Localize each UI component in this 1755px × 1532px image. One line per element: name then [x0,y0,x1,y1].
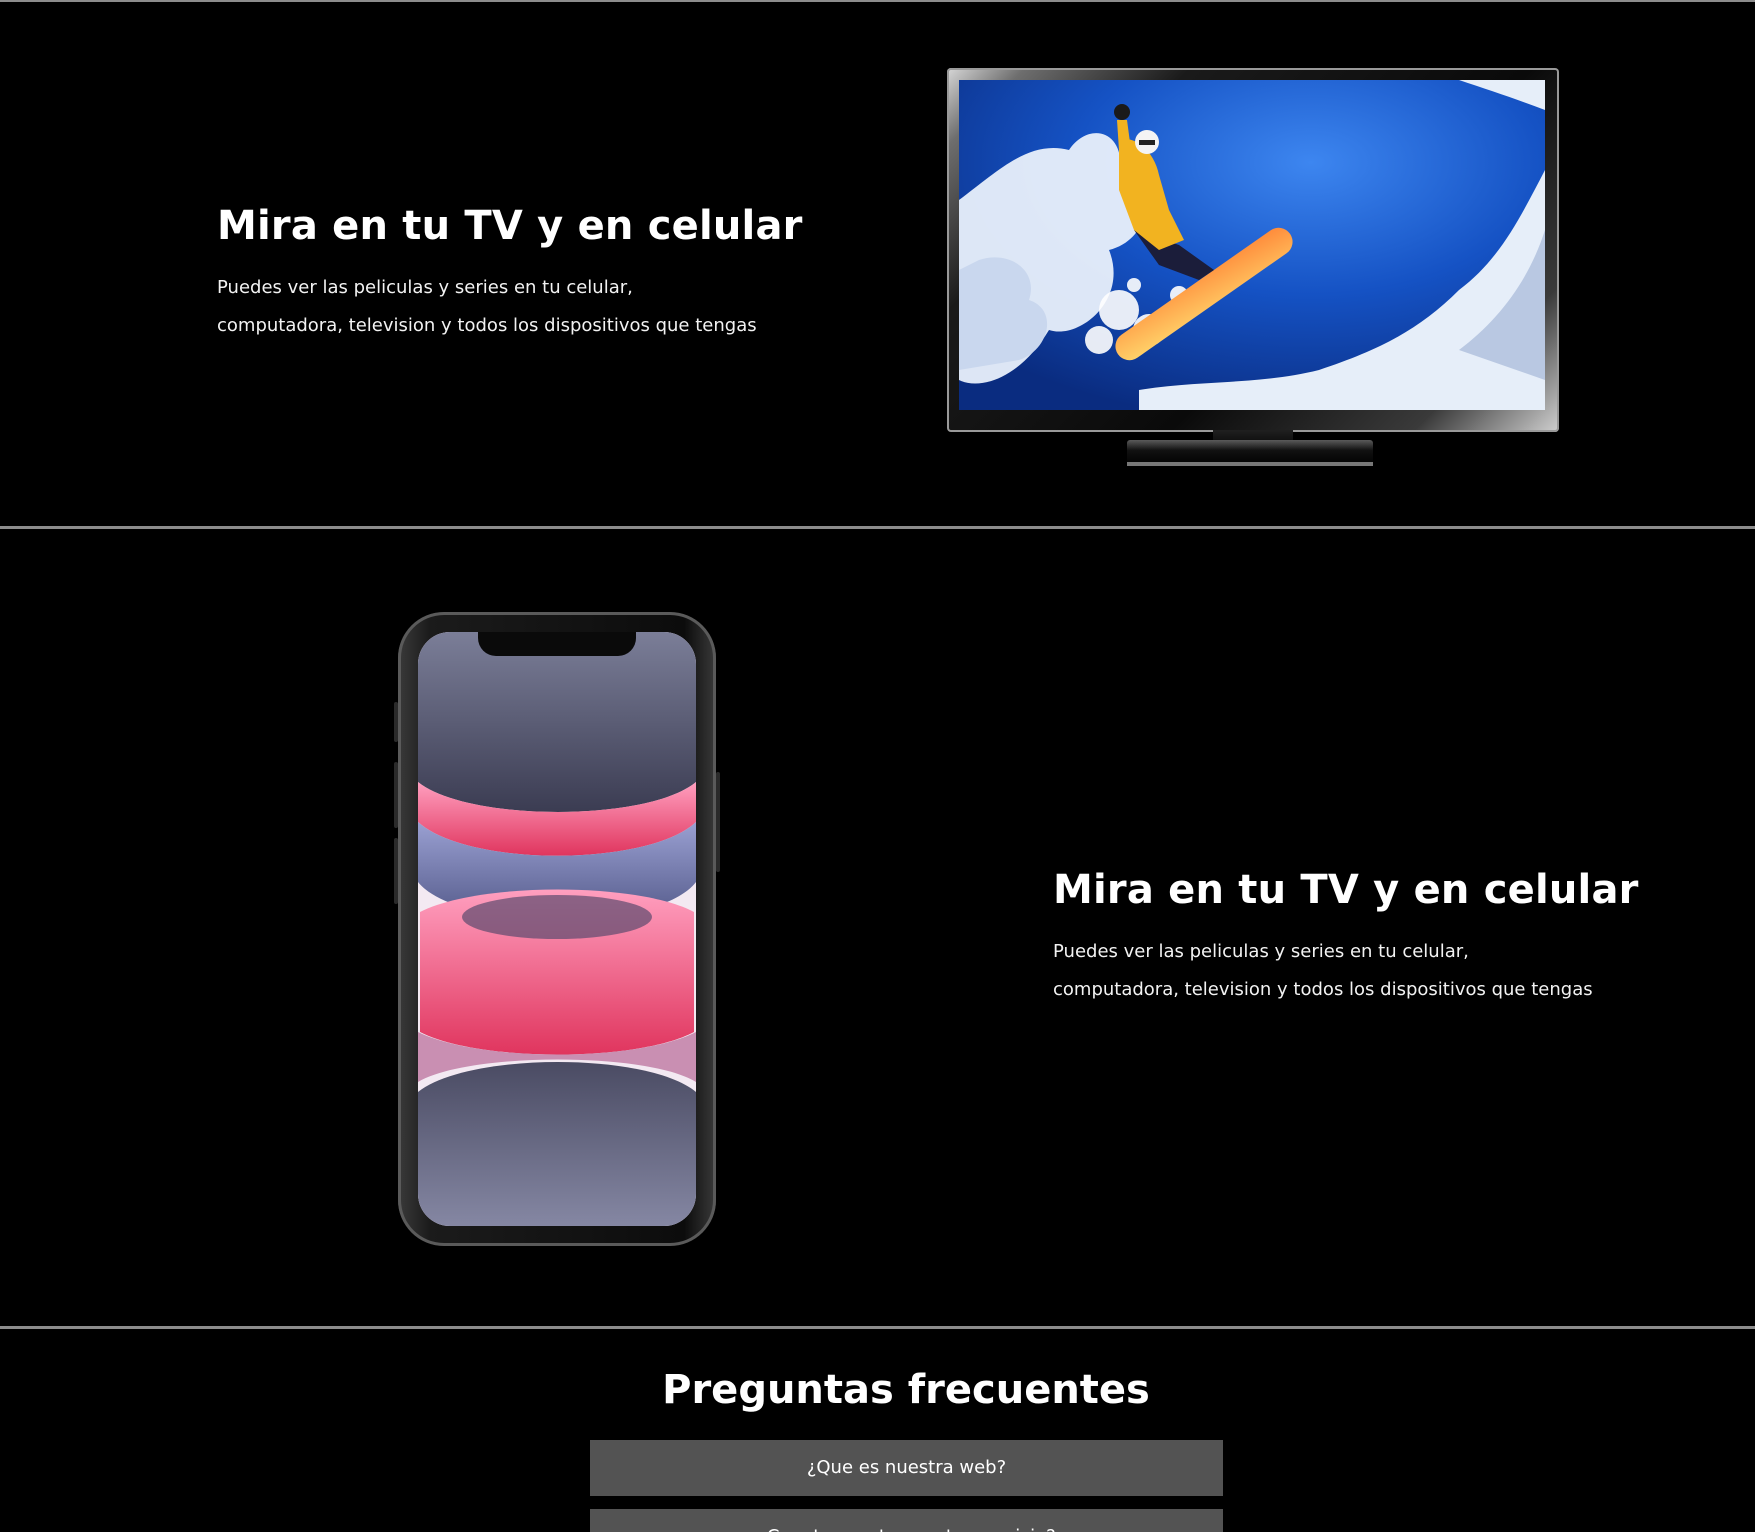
smartphone-image [394,612,720,1246]
phone-side-button [394,702,398,742]
phone-side-button [716,772,720,872]
feature-title: Mira en tu TV y en celular [217,203,803,249]
phone-screen [418,632,696,1226]
tv-image [947,68,1559,468]
feature-description: Puedes ver las peliculas y series en tu … [1053,933,1593,1009]
tv-screen-snowboarder [959,80,1545,410]
page: Mira en tu TV y en celular Puedes ver la… [0,0,1755,1532]
feature-description-line: Puedes ver las peliculas y series en tu … [1053,941,1469,962]
feature-description-line: computadora, television y todos los disp… [217,315,757,336]
feature-description-line: computadora, television y todos los disp… [1053,979,1593,1000]
faq-question-button[interactable]: ¿Que es nuestra web? [590,1440,1223,1496]
section-divider [0,0,1755,2]
feature-description: Puedes ver las peliculas y series en tu … [217,269,757,345]
phone-wallpaper [418,632,696,1226]
phone-side-button [394,838,398,904]
section-divider [0,1326,1755,1329]
faq-title: Preguntas frecuentes [662,1367,1150,1413]
feature-title: Mira en tu TV y en celular [1053,867,1639,913]
section-divider [0,526,1755,529]
phone-notch [478,632,636,656]
snowboarder-scene [959,80,1545,410]
feature-description-line: Puedes ver las peliculas y series en tu … [217,277,633,298]
phone-side-button [394,762,398,828]
faq-question-button[interactable]: ¿Cuanto cuesta nuestro servicio? [590,1509,1223,1532]
tv-stand-base [1127,440,1373,466]
